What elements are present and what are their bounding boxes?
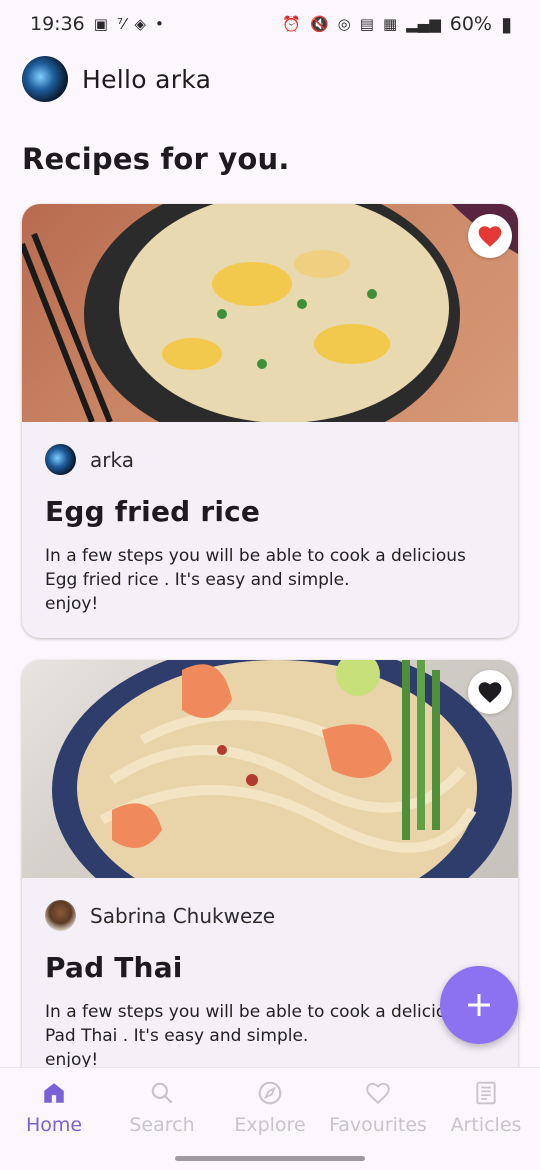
header: Hello arka xyxy=(22,56,211,102)
signal-icon: ▂▄▆ xyxy=(406,14,441,33)
author-row: arka xyxy=(45,444,495,475)
more-notifications-icon: • xyxy=(155,14,164,33)
favourite-button[interactable] xyxy=(468,214,512,258)
home-icon xyxy=(44,1083,64,1103)
nav-item-explore[interactable]: Explore xyxy=(216,1068,324,1170)
app-notification-icon: ⁷⁄ xyxy=(116,14,126,33)
author-avatar xyxy=(45,900,76,931)
recipe-card[interactable]: Sabrina Chukweze Pad Thai In a few steps… xyxy=(22,660,518,1100)
recipe-title: Egg fried rice xyxy=(45,495,261,528)
recipe-title: Pad Thai xyxy=(45,951,183,984)
nav-label: Favourites xyxy=(329,1114,427,1136)
compass-icon xyxy=(258,1081,282,1105)
battery-icon: ▮ xyxy=(500,12,512,36)
recipe-description: In a few steps you will be able to cook … xyxy=(45,1002,466,1070)
hotspot-icon: ◎ xyxy=(337,14,351,33)
alarm-icon: ⏰ xyxy=(282,14,301,33)
pad-thai-illustration xyxy=(52,660,512,878)
nav-label: Articles xyxy=(450,1114,522,1136)
nav-item-home[interactable]: Home xyxy=(0,1068,108,1170)
recipe-card[interactable]: arka Egg fried rice In a few steps you w… xyxy=(22,204,518,638)
heart-filled-icon xyxy=(478,682,502,703)
section-title: Recipes for you. xyxy=(22,142,290,176)
battery-percentage: 60% xyxy=(449,13,492,35)
fried-rice-illustration xyxy=(22,204,518,422)
author-name: arka xyxy=(90,447,134,472)
nav-label: Explore xyxy=(234,1114,306,1136)
heart-filled-icon xyxy=(478,226,502,247)
nav-item-articles[interactable]: Articles xyxy=(432,1068,540,1170)
article-icon xyxy=(476,1081,496,1105)
favourite-button[interactable] xyxy=(468,670,512,714)
recipe-description: In a few steps you will be able to cook … xyxy=(45,546,466,614)
nav-item-favourites[interactable]: Favourites xyxy=(324,1068,432,1170)
add-recipe-button[interactable] xyxy=(440,966,518,1044)
recipe-image xyxy=(22,204,518,422)
author-avatar xyxy=(45,444,76,475)
greeting: Hello arka xyxy=(82,64,212,94)
location-icon: ◈ xyxy=(134,14,147,33)
plus-icon xyxy=(468,994,490,1016)
nav-item-search[interactable]: Search xyxy=(108,1068,216,1170)
volte-icon: ▤ xyxy=(359,14,374,33)
home-indicator[interactable] xyxy=(175,1156,365,1161)
user-avatar[interactable] xyxy=(22,56,68,102)
status-time: 19:36 xyxy=(30,13,85,35)
author-name: Sabrina Chukweze xyxy=(90,903,276,928)
recipe-image xyxy=(22,660,518,878)
status-bar: 19:36 ▣ ⁷⁄ ◈ • ⏰ 🔇 ◎ ▤ ▦ ▂▄▆ 60% ▮ xyxy=(0,0,540,48)
nav-label: Home xyxy=(25,1114,83,1136)
author-row: Sabrina Chukweze xyxy=(45,900,495,931)
linkedin-icon: ▣ xyxy=(93,14,108,33)
search-icon xyxy=(151,1082,173,1104)
heart-icon xyxy=(366,1082,390,1105)
network-5g-icon: ▦ xyxy=(382,14,398,33)
nav-label: Search xyxy=(129,1114,195,1136)
bottom-navigation: Home Search Explore Favourites Articles xyxy=(0,1067,540,1170)
mute-icon: 🔇 xyxy=(309,14,329,33)
